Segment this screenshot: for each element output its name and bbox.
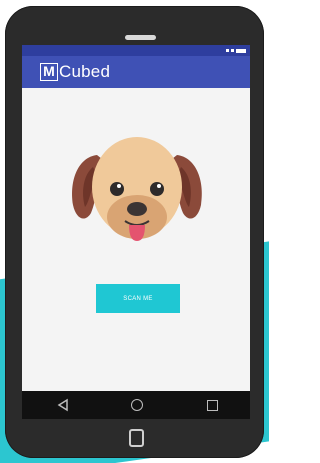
phone-speaker bbox=[125, 35, 156, 40]
app-logo: M bbox=[40, 63, 58, 81]
battery-icon bbox=[236, 48, 246, 53]
stage: M Cubed SCAN ME bbox=[0, 0, 269, 463]
phone-screen: M Cubed SCAN ME bbox=[22, 45, 250, 419]
dog-right-eye bbox=[150, 182, 164, 196]
dog-face-illustration bbox=[72, 137, 202, 241]
dog-left-eye-shine bbox=[117, 184, 121, 188]
status-bar bbox=[22, 45, 250, 56]
signal-icon bbox=[226, 49, 229, 52]
dog-right-eye-shine bbox=[157, 184, 161, 188]
status-icons bbox=[226, 46, 246, 55]
hardware-home-button[interactable] bbox=[129, 429, 144, 447]
back-icon[interactable] bbox=[56, 398, 70, 412]
home-icon[interactable] bbox=[131, 399, 143, 411]
app-title: Cubed bbox=[59, 62, 111, 81]
dog-left-eye bbox=[110, 182, 124, 196]
navigation-bar bbox=[22, 391, 250, 419]
recent-apps-icon[interactable] bbox=[207, 400, 218, 411]
app-bar: M Cubed bbox=[22, 56, 250, 88]
scan-me-button[interactable]: SCAN ME bbox=[96, 284, 180, 313]
dog-nose bbox=[127, 202, 147, 216]
wifi-icon bbox=[231, 49, 234, 52]
